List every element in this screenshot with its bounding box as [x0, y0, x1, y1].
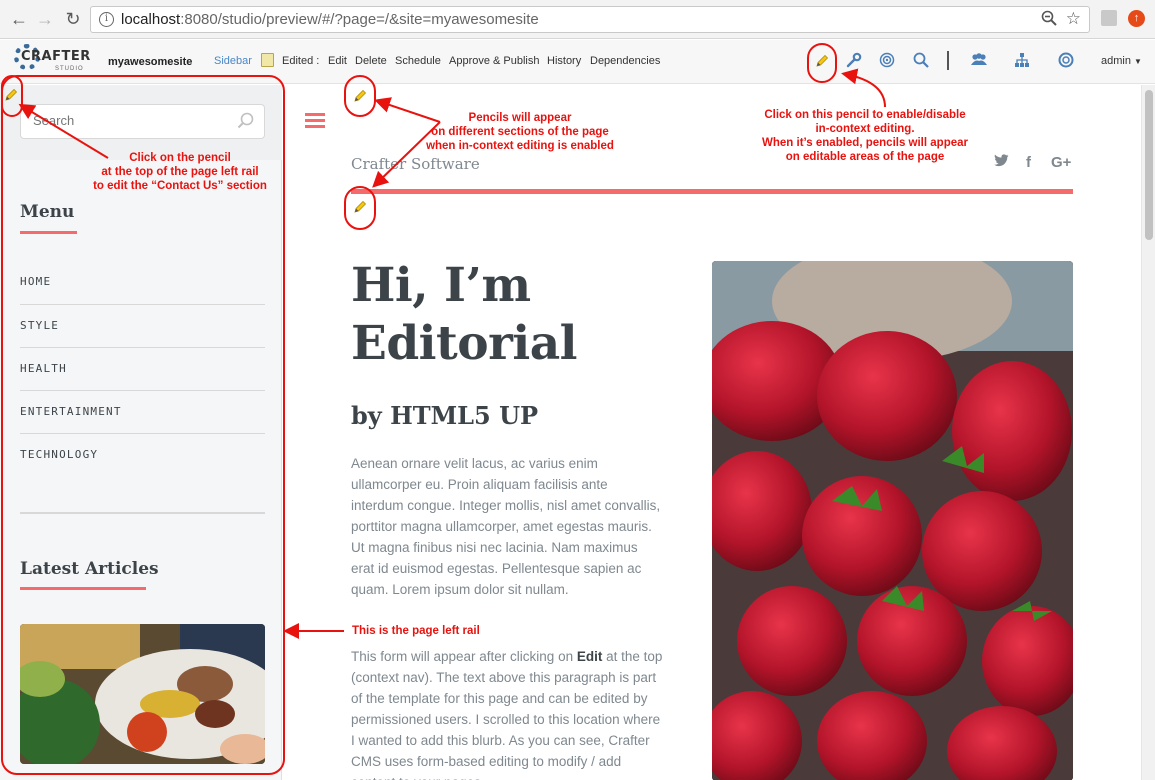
extension-icon[interactable] [1101, 10, 1117, 26]
zoom-icon[interactable] [1041, 10, 1057, 30]
toolbar-pencil-note: Click on this pencil to enable/disable i… [762, 109, 968, 163]
blurb-text-start: This form will appear after clicking on [351, 649, 577, 664]
logo-word: CRAFTER [21, 49, 91, 64]
wrench-icon[interactable] [846, 52, 862, 73]
facebook-icon[interactable]: f [1026, 154, 1031, 171]
user-name: admin [1101, 55, 1131, 67]
info-icon[interactable]: i [99, 12, 114, 27]
dependencies-link[interactable]: Dependencies [590, 55, 660, 67]
rail-pencil-highlight [1, 75, 23, 117]
site-name[interactable]: myawesomesite [108, 56, 192, 68]
edited-page-icon [261, 53, 274, 67]
intro-paragraph: Aenean ornare velit lacus, ac varius eni… [351, 456, 661, 597]
section-pencil-highlight [344, 186, 376, 230]
page-subheading: by HTML5 UP [351, 401, 539, 430]
logo-sub: STUDIO [55, 66, 84, 72]
search-icon[interactable] [913, 52, 929, 73]
left-rail-note: This is the page left rail [352, 625, 480, 637]
bookmark-star-icon[interactable]: ☆ [1066, 9, 1081, 29]
scrollbar-thumb[interactable] [1145, 90, 1153, 240]
header-pencil-highlight [344, 75, 376, 117]
delete-link[interactable]: Delete [355, 55, 387, 67]
edited-label: Edited : [282, 55, 320, 67]
page-heading: Hi, I’m Editorial [351, 258, 578, 371]
main-content: Crafter Software f G+ Hi, I’m Editorial … [283, 85, 1141, 780]
toolbar-separator [947, 51, 949, 70]
blurb-text-end: at the top (context nav). The text above… [351, 649, 663, 780]
approve-publish-link[interactable]: Approve & Publish [449, 55, 540, 67]
reload-icon[interactable]: ↻ [62, 8, 84, 30]
users-icon[interactable] [970, 52, 988, 73]
chevron-down-icon: ▼ [1134, 57, 1142, 66]
url-path: :8080/studio/preview/#/?page=/&site=myaw… [180, 11, 539, 28]
update-icon[interactable]: ↑ [1128, 10, 1145, 27]
address-bar[interactable]: i localhost:8080/studio/preview/#/?page=… [90, 6, 1090, 33]
brand-name[interactable]: Crafter Software [351, 155, 480, 173]
screenshot-root: ← → ↻ i localhost:8080/studio/preview/#/… [0, 0, 1155, 780]
form-blurb-paragraph: This form will appear after clicking on … [351, 646, 663, 780]
rail-pencil-note: Click on the pencil at the top of the pa… [93, 152, 267, 192]
schedule-link[interactable]: Schedule [395, 55, 441, 67]
twitter-icon[interactable] [994, 154, 1009, 171]
browser-toolbar: ← → ↻ i localhost:8080/studio/preview/#/… [0, 0, 1155, 39]
blurb-edit-word: Edit [576, 649, 603, 664]
edit-link[interactable]: Edit [328, 55, 347, 67]
page-scrollbar[interactable] [1141, 85, 1155, 780]
target-icon[interactable] [879, 52, 895, 73]
hamburger-menu-icon[interactable] [305, 113, 325, 129]
google-plus-icon[interactable]: G+ [1051, 154, 1071, 171]
hero-strawberries-image[interactable] [712, 261, 1073, 780]
toolbar-pencil-highlight [807, 43, 837, 83]
user-menu[interactable]: admin ▼ [1101, 55, 1142, 67]
back-arrow-icon[interactable]: ← [8, 8, 30, 30]
address-url[interactable]: localhost:8080/studio/preview/#/?page=/&… [121, 11, 539, 28]
url-host: localhost [121, 11, 181, 28]
sidebar-toggle[interactable]: Sidebar [214, 55, 252, 67]
sitemap-icon[interactable] [1014, 52, 1030, 73]
help-lifebuoy-icon[interactable] [1058, 52, 1074, 73]
history-link[interactable]: History [547, 55, 581, 67]
forward-arrow-icon[interactable]: → [34, 8, 56, 30]
section-pencils-note: Pencils will appear on different section… [426, 112, 614, 152]
header-rule [351, 189, 1073, 194]
